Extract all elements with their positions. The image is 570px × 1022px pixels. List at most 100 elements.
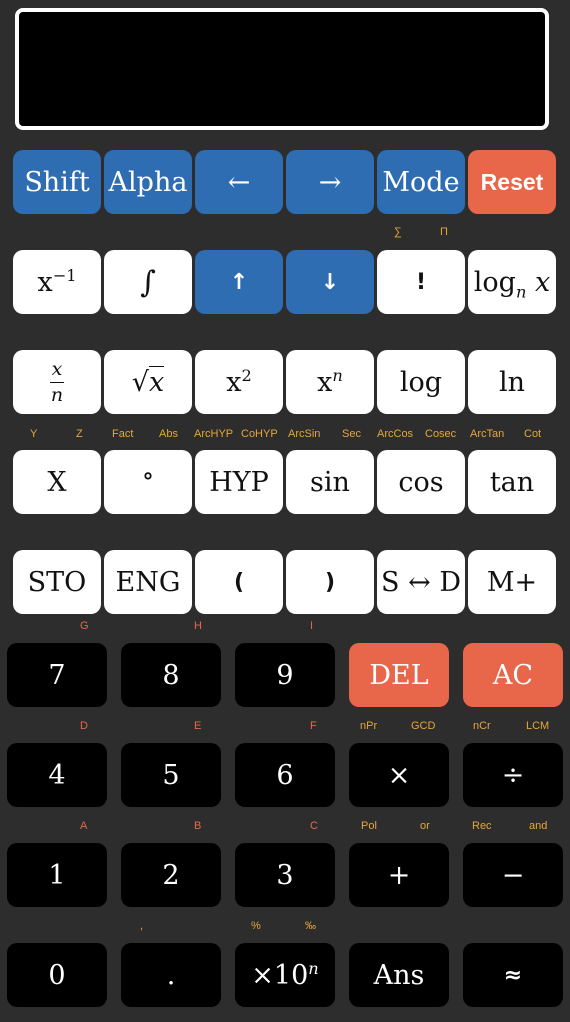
- cursor-up-button[interactable]: ↑: [195, 250, 283, 314]
- decimal-point-button[interactable]: .: [121, 943, 221, 1007]
- shift-button[interactable]: Shift: [13, 150, 101, 214]
- calculator-display: [15, 8, 549, 130]
- cos-button[interactable]: cos: [377, 450, 465, 514]
- hyp-label: HYP: [209, 466, 269, 498]
- log-button[interactable]: log: [377, 350, 465, 414]
- permille-shift-label: ‰: [305, 920, 316, 932]
- digit-2-label: 2: [162, 859, 180, 891]
- ln-label: ln: [498, 366, 526, 398]
- up-arrow-icon: ↑: [229, 269, 249, 295]
- function-row-5: STO ENG ( ) S ↔ D M+: [0, 550, 570, 614]
- digit-5-button[interactable]: 5: [121, 743, 221, 807]
- or-shift-label: or: [420, 820, 430, 832]
- alpha-d-label: D: [80, 720, 88, 732]
- integral-button[interactable]: ∫: [104, 250, 192, 314]
- mode-button[interactable]: Mode: [377, 150, 465, 214]
- eng-label: ENG: [115, 566, 181, 598]
- all-clear-button[interactable]: AC: [463, 643, 563, 707]
- digit-3-button[interactable]: 3: [235, 843, 335, 907]
- log-n-label: logn x: [473, 266, 551, 301]
- variable-x-button[interactable]: X: [13, 450, 101, 514]
- sqrt-icon: √x: [131, 365, 165, 398]
- inverse-label: x−1: [37, 265, 77, 298]
- alpha-z-label: Z: [76, 428, 83, 440]
- approximate-button[interactable]: ≈: [463, 943, 563, 1007]
- degree-button[interactable]: °: [104, 450, 192, 514]
- sum-shift-label: ∑: [394, 226, 402, 238]
- function-row-2: x−1 ∫ ↑ ↓ ! logn x: [0, 250, 570, 314]
- digit-8-label: 8: [162, 659, 180, 691]
- digit-0-button[interactable]: 0: [7, 943, 107, 1007]
- digit-6-label: 6: [276, 759, 294, 791]
- cos-label: cos: [398, 466, 444, 498]
- degree-icon: °: [142, 469, 154, 495]
- alpha-f-label: F: [310, 720, 317, 732]
- reset-label: Reset: [480, 168, 544, 195]
- sqrt-button[interactable]: √x: [104, 350, 192, 414]
- digit-9-label: 9: [276, 659, 294, 691]
- percent-shift-label: %: [251, 920, 261, 932]
- sec-shift-label: Sec: [342, 428, 361, 440]
- decimal-point-label: .: [166, 959, 176, 991]
- right-arrow-icon: →: [318, 166, 342, 198]
- digit-9-button[interactable]: 9: [235, 643, 335, 707]
- minus-button[interactable]: −: [463, 843, 563, 907]
- log-label: log: [399, 366, 443, 398]
- eng-button[interactable]: ENG: [104, 550, 192, 614]
- plus-icon: +: [387, 859, 411, 891]
- alpha-y-label: Y: [30, 428, 38, 440]
- right-paren-button[interactable]: ): [286, 550, 374, 614]
- tan-button[interactable]: tan: [468, 450, 556, 514]
- multiply-button[interactable]: ×: [349, 743, 449, 807]
- square-button[interactable]: x2: [195, 350, 283, 414]
- reset-button[interactable]: Reset: [468, 150, 556, 214]
- function-row-1: Shift Alpha ← → Mode Reset: [0, 150, 570, 214]
- minus-icon: −: [501, 859, 525, 891]
- fraction-button[interactable]: xn: [13, 350, 101, 414]
- tan-label: tan: [489, 466, 535, 498]
- ln-button[interactable]: ln: [468, 350, 556, 414]
- answer-button[interactable]: Ans: [349, 943, 449, 1007]
- delete-button[interactable]: DEL: [349, 643, 449, 707]
- function-row-4: X ° HYP sin cos tan: [0, 450, 570, 514]
- digit-7-button[interactable]: 7: [7, 643, 107, 707]
- cursor-down-button[interactable]: ↓: [286, 250, 374, 314]
- alpha-b-label: B: [194, 820, 202, 832]
- sin-button[interactable]: sin: [286, 450, 374, 514]
- s-to-d-button[interactable]: S ↔ D: [377, 550, 465, 614]
- number-row-123: 1 2 3 + −: [0, 843, 570, 907]
- inverse-button[interactable]: x−1: [13, 250, 101, 314]
- number-row-0: 0 . ×10n Ans ≈: [0, 943, 570, 1007]
- right-paren-label: ): [324, 569, 336, 595]
- log-n-button[interactable]: logn x: [468, 250, 556, 314]
- integral-icon: ∫: [140, 264, 156, 300]
- cursor-left-button[interactable]: ←: [195, 150, 283, 214]
- alpha-button[interactable]: Alpha: [104, 150, 192, 214]
- all-clear-label: AC: [492, 659, 534, 691]
- digit-7-label: 7: [48, 659, 66, 691]
- cursor-right-button[interactable]: →: [286, 150, 374, 214]
- number-row-789: 7 8 9 DEL AC: [0, 643, 570, 707]
- alpha-label: Alpha: [108, 166, 188, 198]
- sto-button[interactable]: STO: [13, 550, 101, 614]
- gcd-shift-label: GCD: [411, 720, 436, 732]
- digit-0-label: 0: [48, 959, 66, 991]
- factorial-button[interactable]: !: [377, 250, 465, 314]
- digit-1-button[interactable]: 1: [7, 843, 107, 907]
- delete-label: DEL: [369, 659, 429, 691]
- alpha-c-label: C: [310, 820, 318, 832]
- m-plus-button[interactable]: M+: [468, 550, 556, 614]
- digit-8-button[interactable]: 8: [121, 643, 221, 707]
- plus-button[interactable]: +: [349, 843, 449, 907]
- left-paren-button[interactable]: (: [195, 550, 283, 614]
- digit-4-button[interactable]: 4: [7, 743, 107, 807]
- power-label: xn: [317, 365, 343, 398]
- digit-2-button[interactable]: 2: [121, 843, 221, 907]
- divide-button[interactable]: ÷: [463, 743, 563, 807]
- exponent-button[interactable]: ×10n: [235, 943, 335, 1007]
- hyp-button[interactable]: HYP: [195, 450, 283, 514]
- product-shift-label: Π: [440, 226, 448, 238]
- factorial-label: !: [415, 269, 427, 295]
- digit-6-button[interactable]: 6: [235, 743, 335, 807]
- power-button[interactable]: xn: [286, 350, 374, 414]
